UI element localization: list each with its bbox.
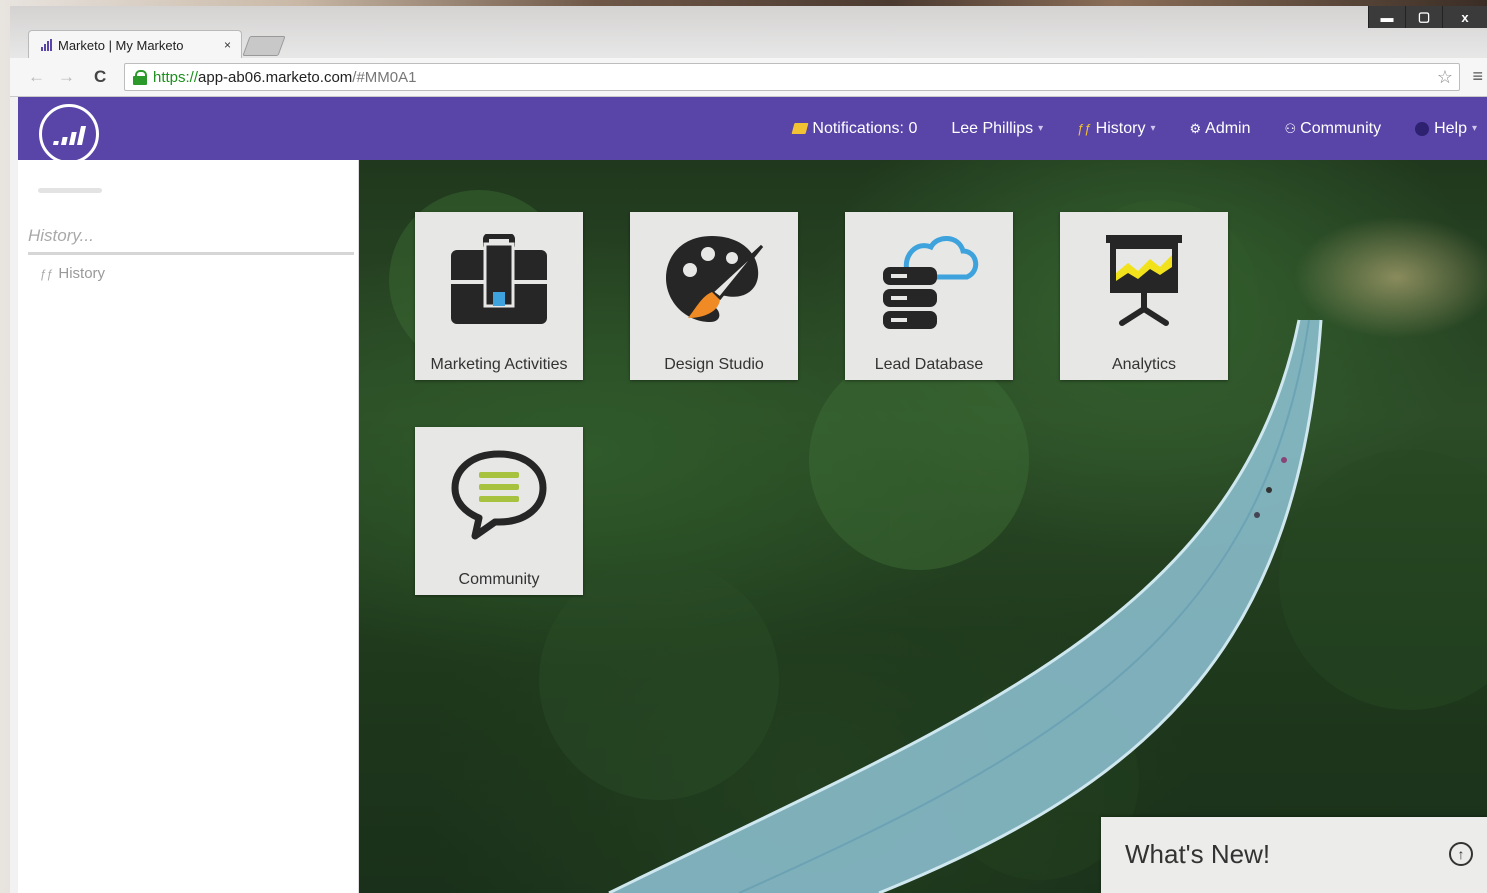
sidebar-item-history[interactable]: ƒƒ History <box>40 265 105 282</box>
arrow-up-circle-icon[interactable]: ↑ <box>1449 842 1473 866</box>
browser-toolbar: ← → C https:// app-ab06.marketo.com /#MM… <box>10 58 1487 97</box>
admin-label: Admin <box>1205 119 1251 137</box>
browser-titlebar: ▬ ▢ x Marketo | My Marketo × <box>10 6 1487 59</box>
user-name: Lee Phillips <box>951 119 1034 137</box>
marketo-logo[interactable] <box>39 104 99 164</box>
notifications-label: Notifications: 0 <box>812 119 918 137</box>
user-menu[interactable]: Lee Phillips ▾ <box>951 120 1043 138</box>
tile-design-studio[interactable]: Design Studio <box>630 212 798 380</box>
palette-icon <box>666 236 764 322</box>
url-scheme: https:// <box>153 68 199 86</box>
chevron-down-icon: ▾ <box>1038 123 1044 134</box>
community-link[interactable]: ⚇ Community <box>1285 120 1382 138</box>
browser-window: ▬ ▢ x Marketo | My Marketo × ← → C https… <box>10 6 1487 893</box>
url-path: /#MM0A1 <box>352 68 417 86</box>
marketo-bars-icon <box>52 126 86 145</box>
window-controls: ▬ ▢ x <box>1368 6 1487 28</box>
history-menu[interactable]: ƒƒ History ▾ <box>1077 120 1155 138</box>
forward-arrow-icon[interactable]: → <box>58 67 75 87</box>
main-content: Marketing Activities Design Studio Lead … <box>359 160 1487 893</box>
tile-label: Marketing Activities <box>430 356 568 373</box>
whats-new-panel[interactable]: What's New! ↑ <box>1101 817 1487 893</box>
new-tab-button[interactable] <box>242 36 286 56</box>
community-icon: ⚇ <box>1284 120 1297 136</box>
notifications-link[interactable]: Notifications: 0 <box>791 119 918 138</box>
notification-icon <box>791 123 809 134</box>
top-nav-items: Notifications: 0 Lee Phillips ▾ ƒƒ Histo… <box>791 97 1487 160</box>
reload-icon[interactable]: C <box>94 67 106 87</box>
admin-link[interactable]: ⚙ Admin <box>1189 120 1250 138</box>
tab-title: Marketo | My Marketo <box>58 37 184 53</box>
tile-marketing-activities[interactable]: Marketing Activities <box>415 212 583 380</box>
tile-lead-database[interactable]: Lead Database <box>845 212 1013 380</box>
presentation-chart-icon <box>1106 235 1182 326</box>
tile-label: Analytics <box>1111 356 1177 373</box>
history-search-input[interactable]: History... <box>28 220 354 255</box>
help-label: Help <box>1434 119 1467 137</box>
gear-icon: ⚙ <box>1189 120 1202 136</box>
tile-analytics[interactable]: Analytics <box>1060 212 1228 380</box>
chevron-down-icon: ▾ <box>1150 123 1156 134</box>
help-icon <box>1415 121 1430 136</box>
browser-tab-active[interactable]: Marketo | My Marketo × <box>28 30 242 59</box>
browser-menu-icon[interactable]: ≡ <box>1472 66 1483 87</box>
tile-label: Lead Database <box>874 356 984 373</box>
maximize-button[interactable]: ▢ <box>1405 6 1442 28</box>
speech-bubble-icon <box>451 450 547 540</box>
close-window-button[interactable]: x <box>1442 6 1487 28</box>
community-label: Community <box>1300 119 1382 137</box>
marketo-favicon-icon <box>41 39 52 51</box>
url-host: app-ab06.marketo.com <box>198 68 353 86</box>
tile-label: Community <box>458 571 540 588</box>
tile-community[interactable]: Community <box>415 427 583 595</box>
lock-icon <box>133 70 147 85</box>
sidebar: History... ƒƒ History <box>18 160 359 893</box>
sidebar-grip[interactable] <box>38 188 102 193</box>
history-label: History <box>1095 119 1146 137</box>
address-bar[interactable]: https:// app-ab06.marketo.com /#MM0A1 ☆ <box>124 63 1460 91</box>
bookmark-star-icon[interactable]: ☆ <box>1437 67 1453 88</box>
database-cloud-icon <box>883 236 979 329</box>
tab-close-icon[interactable]: × <box>224 38 231 52</box>
top-navigation-bar: Notifications: 0 Lee Phillips ▾ ƒƒ Histo… <box>18 97 1487 164</box>
tile-label: Design Studio <box>664 356 764 373</box>
minimize-button[interactable]: ▬ <box>1368 6 1405 28</box>
chevron-down-icon: ▾ <box>1471 123 1477 134</box>
back-arrow-icon[interactable]: ← <box>28 67 45 87</box>
marketo-app: Notifications: 0 Lee Phillips ▾ ƒƒ Histo… <box>18 97 1487 893</box>
briefcase-icon <box>451 234 547 324</box>
sidebar-item-label: History <box>58 265 106 282</box>
whats-new-label: What's New! <box>1125 839 1271 869</box>
history-icon: ƒƒ <box>40 266 54 281</box>
history-icon: ƒƒ <box>1077 121 1092 136</box>
help-menu[interactable]: Help ▾ <box>1415 120 1477 138</box>
